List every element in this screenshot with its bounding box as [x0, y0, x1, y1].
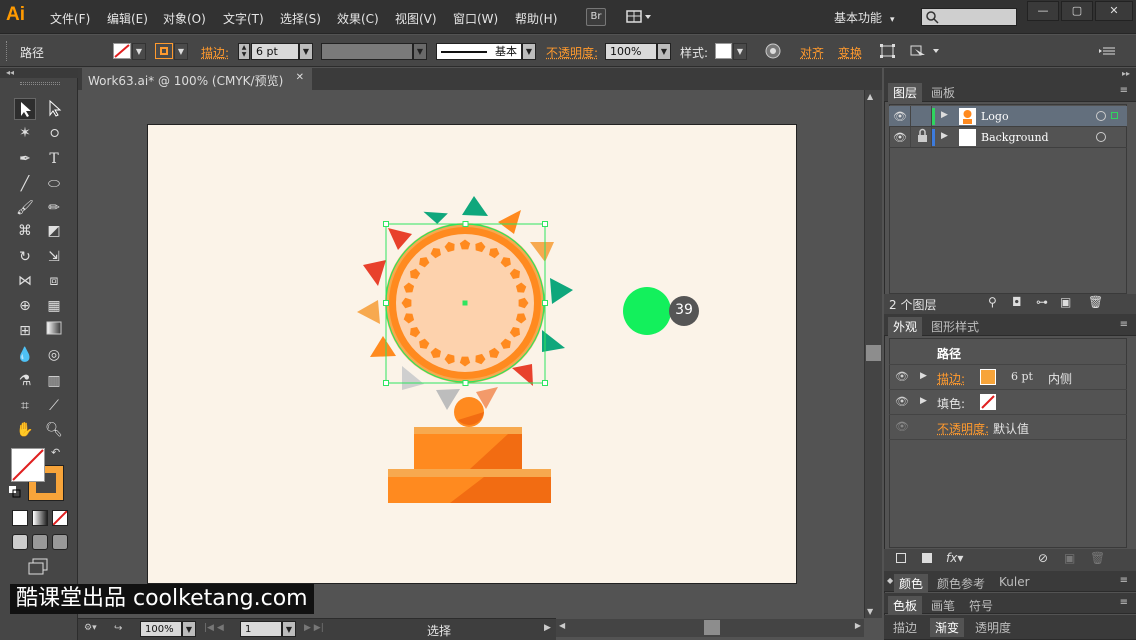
stroke-label-link[interactable]: 描边:: [937, 370, 965, 387]
new-layer-icon[interactable]: ▣: [1060, 295, 1071, 309]
fill-color-swatch[interactable]: [980, 394, 996, 410]
click-indicator-circle: [623, 287, 671, 335]
lock-toggle[interactable]: [910, 106, 932, 126]
watermark: 酷课堂出品 coolketang.com: [10, 584, 314, 614]
gpu-icon[interactable]: ⚙▾: [84, 623, 104, 637]
status-bar: ⚙▾ ↪ 100% ▼ |◀ ◀ 1 ▼ ▶ ▶| 选择 ▶: [78, 618, 556, 640]
create-sublayer-icon[interactable]: ⊶: [1036, 295, 1048, 309]
dock-collapse-arrows[interactable]: ▸▸: [884, 68, 1136, 80]
tab-appearance[interactable]: 外观: [888, 317, 923, 336]
target-circle-icon[interactable]: [1096, 111, 1106, 121]
tab-symbols[interactable]: 符号: [964, 596, 998, 615]
expand-triangle-icon[interactable]: ▶: [941, 110, 948, 120]
swatches-panel-menu-icon[interactable]: ≡: [1120, 597, 1128, 608]
make-clipping-mask-icon[interactable]: ◘: [1012, 295, 1022, 309]
collapse-toggle-icon[interactable]: ◆: [887, 576, 893, 585]
artboard-dropdown[interactable]: ▼: [282, 621, 296, 637]
locate-object-icon[interactable]: ⚲: [988, 295, 997, 309]
color-panel-group: ◆ 颜色 颜色参考 Kuler ≡: [884, 571, 1136, 593]
first-artboard-icon[interactable]: |◀ ◀: [204, 623, 224, 633]
fill-label: 填色:: [937, 397, 966, 411]
layers-panel-footer: 2 个图层 ⚲ ◘ ⊶ ▣ 🗑︎: [884, 294, 1136, 314]
color-panel-menu-icon[interactable]: ≡: [1120, 575, 1128, 586]
tab-transparency[interactable]: 透明度: [970, 618, 1016, 637]
illustrator-window: Ai 文件(F) 编辑(E) 对象(O) 文字(T) 选择(S) 效果(C) 视…: [0, 0, 1136, 640]
stroke-align-value: 内侧: [1048, 372, 1073, 386]
tab-color[interactable]: 颜色: [894, 574, 929, 593]
lock-toggle[interactable]: [910, 127, 932, 147]
opacity-value: 默认值: [993, 422, 1030, 436]
layer-name[interactable]: Background: [981, 131, 1049, 144]
add-new-fill-icon[interactable]: [922, 553, 932, 563]
delete-layer-icon[interactable]: 🗑︎: [1088, 295, 1103, 309]
tab-kuler[interactable]: Kuler: [994, 574, 1035, 590]
horizontal-scrollbar[interactable]: ◀ ▶: [556, 619, 864, 637]
layer-row-background[interactable]: 👁︎ ▶ Background: [889, 127, 1127, 148]
last-artboard-icon[interactable]: ▶ ▶|: [304, 623, 324, 633]
clear-appearance-icon[interactable]: ⊘: [1038, 551, 1048, 565]
tab-layers[interactable]: 图层: [888, 83, 923, 102]
tab-artboards[interactable]: 画板: [926, 83, 960, 102]
open-in-bridge-icon[interactable]: ↪: [114, 623, 128, 637]
selection-indicator[interactable]: [1111, 112, 1118, 119]
horizontal-scroll-thumb: [704, 620, 720, 635]
layer-thumbnail: [959, 129, 976, 146]
duplicate-item-icon[interactable]: ▣: [1064, 551, 1075, 565]
expand-triangle-icon[interactable]: ▶: [920, 371, 927, 381]
appearance-panel-tabs: 外观 图形样式 ≡: [884, 314, 1136, 336]
layer-color-chip: [932, 108, 935, 125]
visibility-eye-icon[interactable]: 👁︎: [893, 131, 907, 144]
tab-graphic-styles[interactable]: 图形样式: [926, 317, 984, 336]
stroke-weight-value[interactable]: 6 pt: [1011, 370, 1033, 383]
layers-panel-menu-icon[interactable]: ≡: [1120, 85, 1128, 96]
swatches-panel-group: 色板 画笔 符号 ≡: [884, 593, 1136, 615]
tab-swatches[interactable]: 色板: [888, 596, 923, 615]
layer-count: 2 个图层: [889, 298, 937, 312]
appearance-fill-row[interactable]: 👁︎ ▶ 填色:: [889, 390, 1127, 415]
appearance-object-type: 路径: [937, 347, 962, 361]
visibility-eye-icon[interactable]: 👁︎: [893, 110, 907, 123]
appearance-panel-menu-icon[interactable]: ≡: [1120, 319, 1128, 330]
appearance-title-row: 路径: [889, 340, 1127, 365]
tab-stroke[interactable]: 描边: [888, 618, 922, 637]
vertical-scroll-thumb: [866, 345, 881, 361]
layer-row-logo[interactable]: 👁︎ ▶ Logo: [889, 106, 1127, 127]
artboard-number-input[interactable]: 1: [240, 621, 282, 637]
layer-name[interactable]: Logo: [981, 110, 1009, 123]
vertical-scrollbar[interactable]: ▲ ▼: [864, 90, 882, 618]
visibility-eye-icon[interactable]: 👁︎: [895, 420, 909, 433]
stroke-panel-group: 描边 渐变 透明度: [884, 615, 1136, 640]
visibility-eye-icon[interactable]: 👁︎: [895, 370, 909, 383]
expand-triangle-icon[interactable]: ▶: [941, 131, 948, 141]
visibility-eye-icon[interactable]: 👁︎: [895, 395, 909, 408]
zoom-input[interactable]: 100%: [140, 621, 182, 637]
zoom-dropdown[interactable]: ▼: [182, 621, 196, 637]
appearance-panel-footer: fx▾ ⊘ ▣ 🗑︎: [884, 549, 1136, 571]
appearance-opacity-row[interactable]: 👁︎ 不透明度: 默认值: [889, 415, 1127, 440]
opacity-label-link[interactable]: 不透明度:: [937, 420, 989, 437]
tab-color-guide[interactable]: 颜色参考: [932, 574, 990, 593]
layer-thumbnail: [959, 108, 976, 125]
tab-gradient[interactable]: 渐变: [930, 618, 965, 637]
delete-item-icon[interactable]: 🗑︎: [1090, 551, 1105, 565]
layers-panel-tabs: 图层 画板 ≡: [884, 80, 1136, 102]
appearance-stroke-row[interactable]: 👁︎ ▶ 描边: 6 pt 内侧: [889, 365, 1127, 390]
target-circle-icon[interactable]: [1096, 132, 1106, 142]
status-menu-arrow[interactable]: ▶: [544, 623, 551, 633]
layer-color-chip: [932, 129, 935, 146]
current-tool-status: 选择: [427, 624, 452, 638]
stroke-color-swatch[interactable]: [980, 369, 996, 385]
add-new-stroke-icon[interactable]: [896, 553, 906, 563]
expand-triangle-icon[interactable]: ▶: [920, 396, 927, 406]
tab-brushes[interactable]: 画笔: [926, 596, 960, 615]
tooltip-number: 39: [675, 302, 693, 318]
add-new-effect-icon[interactable]: fx▾: [946, 551, 963, 565]
